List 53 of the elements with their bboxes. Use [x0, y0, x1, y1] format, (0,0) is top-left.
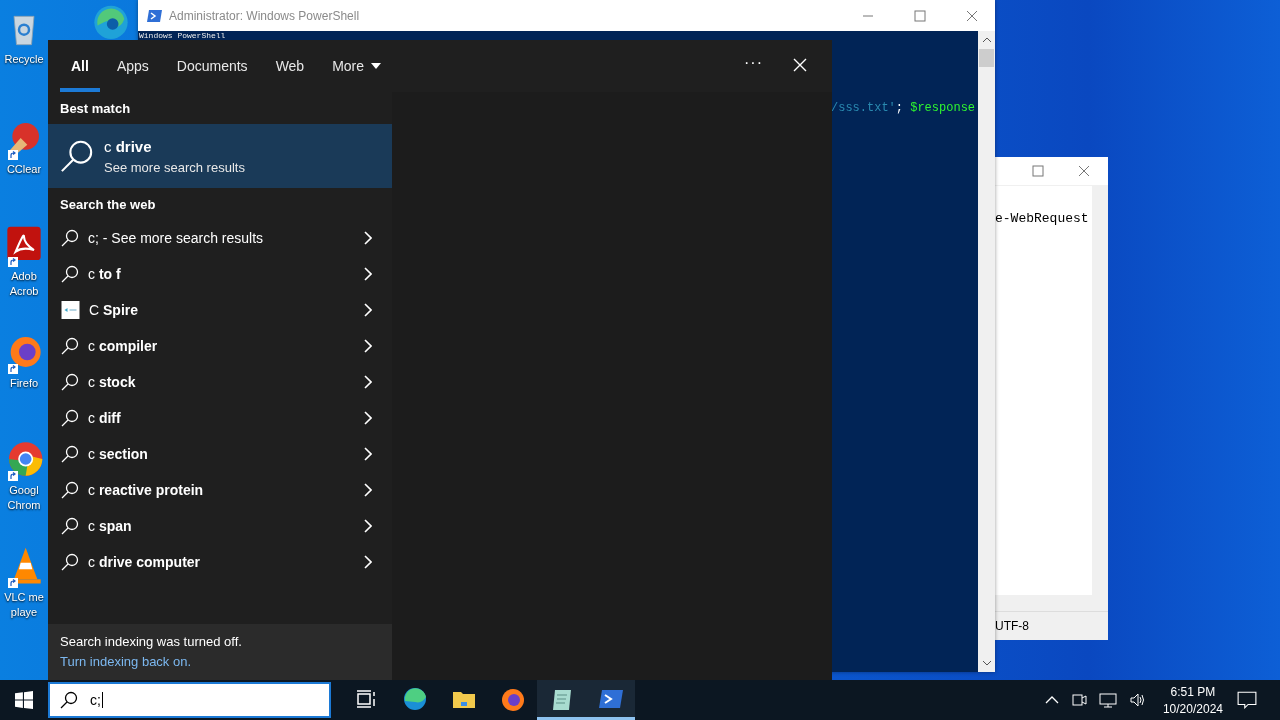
search-field[interactable]: c; [48, 682, 331, 718]
web-result[interactable]: c span [48, 508, 392, 544]
result-text: c stock [88, 374, 137, 390]
tab[interactable]: Web [264, 40, 316, 92]
result-subtitle: See more search results [104, 159, 245, 175]
clock[interactable]: 6:51 PM 10/20/2024 [1162, 684, 1223, 716]
web-result[interactable]: c stock [48, 364, 392, 400]
result-text: c section [88, 446, 149, 462]
result-text: c to f [88, 266, 122, 282]
window-title: Administrator: Windows PowerShell [169, 8, 360, 23]
tab[interactable]: Apps [105, 40, 160, 92]
clock-date: 10/20/2024 [1162, 701, 1223, 716]
clock-time: 6:51 PM [1170, 684, 1216, 699]
icon-label: Acrob [9, 284, 39, 299]
icon-label: Googl [9, 483, 39, 498]
result-text: c span [88, 518, 133, 534]
icon-label: playe [10, 605, 38, 620]
text-line: e-WebRequest [995, 211, 1089, 226]
console-text: Windows PowerShell [138, 31, 226, 40]
web-result[interactable]: c; - See more search results [48, 220, 392, 256]
tab[interactable]: More [321, 40, 393, 92]
icon-label: Firefo [9, 376, 39, 391]
icon-label: VLC me [4, 590, 44, 605]
web-result[interactable]: c to f [48, 256, 392, 292]
web-result[interactable]: C Spire [48, 292, 392, 328]
notice-text: Search indexing was turned off. [60, 634, 243, 649]
web-result[interactable]: c diff [48, 400, 392, 436]
section-heading: Best match [59, 100, 132, 118]
result-text: c reactive protein [88, 482, 205, 498]
web-result[interactable]: c compiler [48, 328, 392, 364]
section-heading: Search the web [59, 196, 157, 214]
icon-label: CClear [6, 162, 42, 177]
console-text: /sss.txt'; $response [831, 101, 976, 115]
result-title: c drive [104, 137, 153, 155]
indexing-link[interactable]: Turn indexing back on. [60, 654, 192, 669]
web-result[interactable]: c drive computer [48, 544, 392, 580]
result-text: c drive computer [88, 554, 202, 570]
encoding-label: UTF-8 [995, 619, 1029, 633]
icon-label: Chrom [7, 498, 41, 513]
result-text: c diff [88, 410, 122, 426]
tab[interactable]: All [60, 40, 100, 92]
result-text: C Spire [89, 302, 139, 318]
best-match-item[interactable]: c drive See more search results [48, 124, 392, 188]
web-result[interactable]: c reactive protein [48, 472, 392, 508]
icon-label: Adob [11, 269, 37, 284]
text-area[interactable]: e-WebRequest [995, 186, 1092, 595]
web-result[interactable]: c section [48, 436, 392, 472]
search-value: c; [90, 692, 103, 708]
tab[interactable]: Documents [165, 40, 259, 92]
icon-label: Recycle [4, 52, 44, 67]
more-options-button[interactable]: ··· [740, 54, 767, 72]
result-text: c; - See more search results [88, 230, 265, 246]
result-text: c compiler [88, 338, 159, 354]
